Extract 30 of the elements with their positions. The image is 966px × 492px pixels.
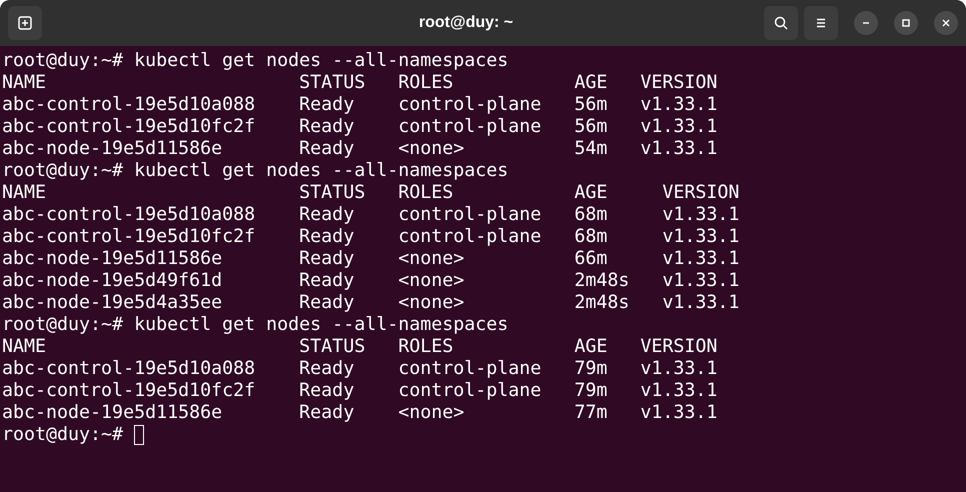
terminal-line: abc-node-19e5d11586e Ready <none> 54m v1.33.1 <box>2 138 718 160</box>
terminal-line: root@duy:~# kubectl get nodes --all-namespaces <box>2 314 508 336</box>
terminal-line: abc-control-19e5d10fc2f Ready control-plane 79m v1.33.1 <box>2 380 718 402</box>
window-title: root@duy: ~ <box>418 14 514 32</box>
plus-icon <box>17 15 33 31</box>
terminal-line: abc-node-19e5d11586e Ready <none> 77m v1.33.1 <box>2 402 718 424</box>
terminal-line: NAME STATUS ROLES AGE VERSION <box>2 336 718 358</box>
search-icon <box>773 15 789 31</box>
maximize-button[interactable] <box>894 11 918 35</box>
terminal-line: NAME STATUS ROLES AGE VERSION <box>2 72 718 94</box>
terminal-line: abc-control-19e5d10fc2f Ready control-plane 68m v1.33.1 <box>2 226 740 248</box>
minimize-button[interactable] <box>854 11 878 35</box>
menu-button[interactable] <box>804 6 838 40</box>
terminal-line: abc-node-19e5d49f61d Ready <none> 2m48s v1.33.1 <box>2 270 740 292</box>
terminal-line: abc-control-19e5d10a088 Ready control-plane 79m v1.33.1 <box>2 358 718 380</box>
terminal-line: abc-node-19e5d11586e Ready <none> 66m v1.33.1 <box>2 248 740 270</box>
close-icon <box>941 18 951 28</box>
terminal-line: root@duy:~# kubectl get nodes --all-namespaces <box>2 50 508 72</box>
text-cursor <box>134 425 144 445</box>
terminal-line: abc-control-19e5d10a088 Ready control-plane 68m v1.33.1 <box>2 204 740 226</box>
new-tab-button[interactable] <box>8 6 42 40</box>
maximize-icon <box>901 18 911 28</box>
terminal-line: abc-control-19e5d10a088 Ready control-plane 56m v1.33.1 <box>2 94 718 116</box>
close-button[interactable] <box>934 11 958 35</box>
terminal-line: abc-node-19e5d4a35ee Ready <none> 2m48s v1.33.1 <box>2 292 740 314</box>
terminal-line: NAME STATUS ROLES AGE VERSION <box>2 182 740 204</box>
search-button[interactable] <box>764 6 798 40</box>
terminal-line: root@duy:~# kubectl get nodes --all-namespaces <box>2 160 508 182</box>
terminal-prompt: root@duy:~# <box>2 424 124 446</box>
terminal-line: abc-control-19e5d10fc2f Ready control-plane 56m v1.33.1 <box>2 116 718 138</box>
